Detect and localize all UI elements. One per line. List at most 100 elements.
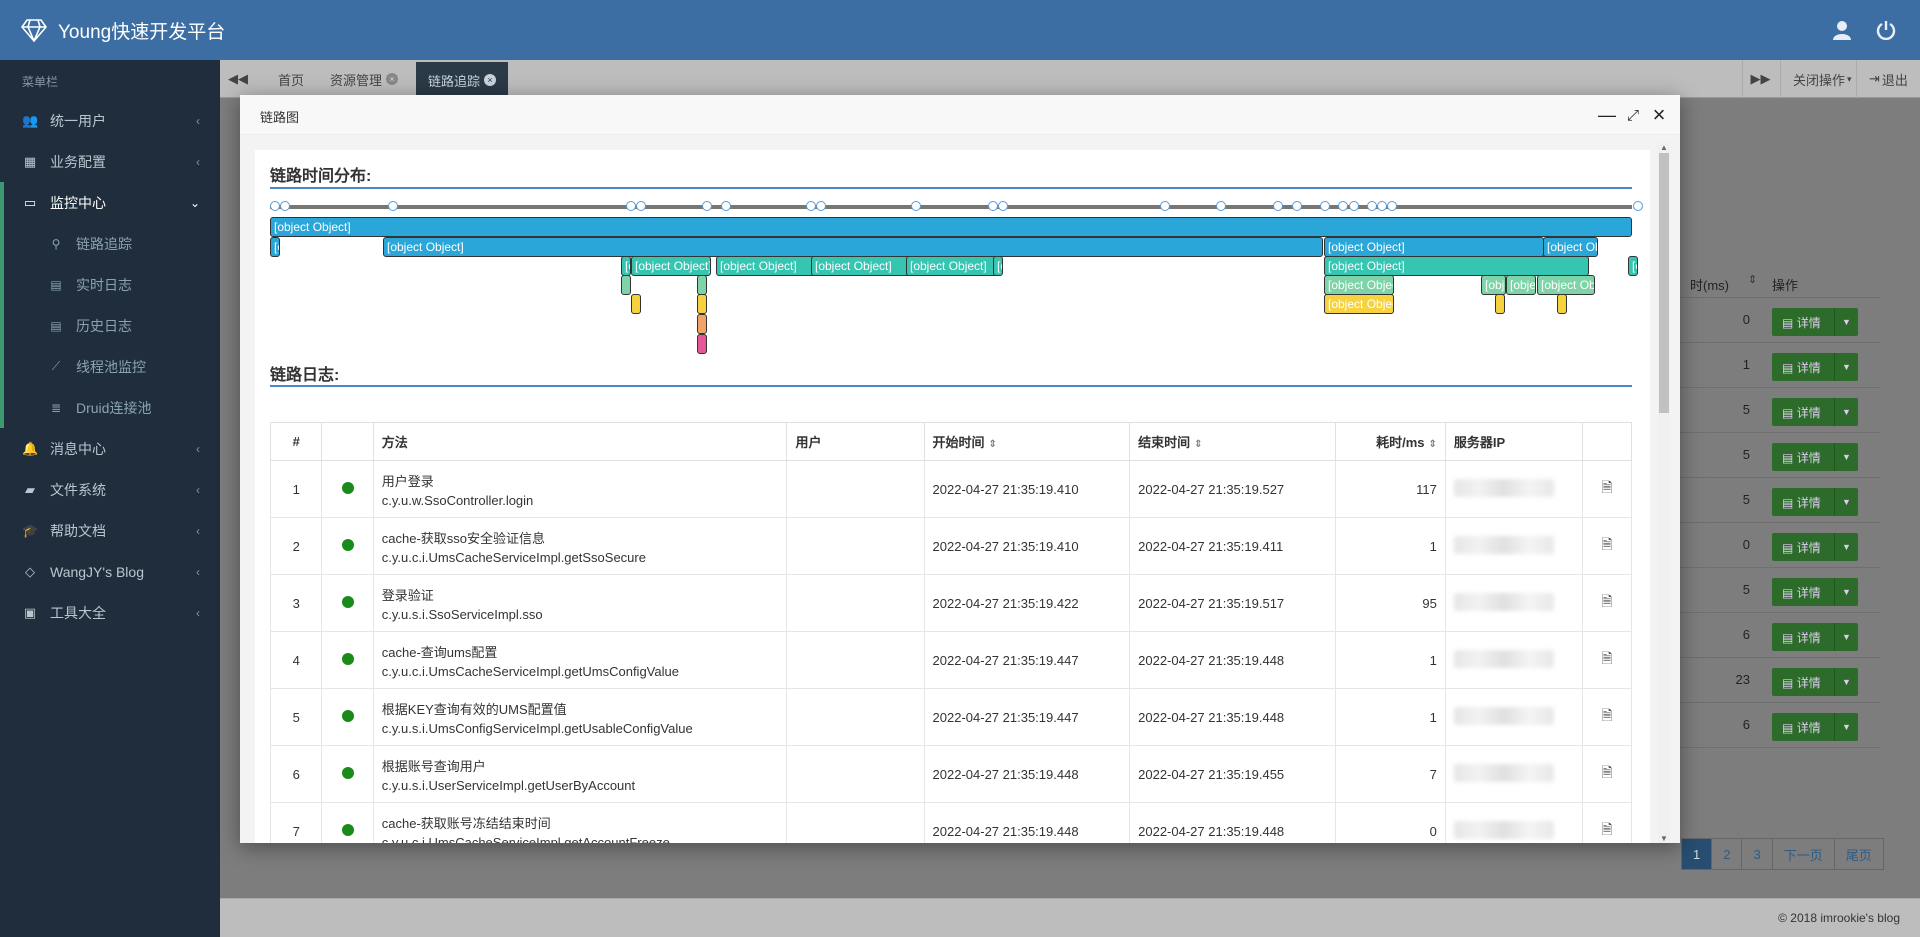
trace-span[interactable]: [object Object] bbox=[383, 237, 1323, 257]
col-end[interactable]: 结束时间 ⇕ bbox=[1129, 422, 1336, 461]
trace-span[interactable]: [object Object] bbox=[1537, 275, 1595, 295]
close-icon[interactable]: × bbox=[1647, 102, 1671, 127]
minimize-icon[interactable]: — bbox=[1595, 103, 1619, 127]
trace-span[interactable]: [object Object] bbox=[621, 256, 631, 276]
file-text-icon[interactable]: 🗎 bbox=[1601, 593, 1612, 609]
trace-span[interactable]: [object Object] bbox=[270, 237, 280, 257]
close-ops-dropdown[interactable]: 关闭操作 ▾ bbox=[1780, 60, 1864, 98]
caret-down-icon[interactable]: ▼ bbox=[1834, 308, 1858, 336]
timeline-dot[interactable] bbox=[806, 201, 816, 211]
trace-span[interactable]: [object Object] bbox=[1481, 275, 1506, 295]
detail-button[interactable]: ▤ 详情 ▼ bbox=[1772, 488, 1858, 516]
caret-down-icon[interactable]: ▼ bbox=[1834, 353, 1858, 381]
timeline-dot[interactable] bbox=[1338, 201, 1348, 211]
page-link[interactable]: 1 bbox=[1681, 838, 1713, 870]
maximize-icon[interactable]: ⤢ bbox=[1621, 103, 1645, 127]
timeline-dot[interactable] bbox=[636, 201, 646, 211]
sidebar-sub-threadpool[interactable]: ⟋ 线程池监控 bbox=[4, 346, 220, 387]
tab-scroll-left-icon[interactable]: ◀◀ bbox=[220, 60, 256, 98]
timeline-dot[interactable] bbox=[1377, 201, 1387, 211]
sort-icon[interactable]: ⇕ bbox=[989, 439, 997, 450]
sidebar-sub-trace[interactable]: ⚲ 链路追踪 bbox=[4, 223, 220, 264]
file-text-icon[interactable]: 🗎 bbox=[1601, 479, 1612, 495]
trace-span[interactable] bbox=[697, 275, 707, 295]
col-start[interactable]: 开始时间 ⇕ bbox=[923, 422, 1131, 461]
timeline-dot[interactable] bbox=[1216, 201, 1226, 211]
trace-span[interactable] bbox=[697, 334, 707, 354]
timeline-dot[interactable] bbox=[1387, 201, 1397, 211]
trace-span[interactable]: [object Object] bbox=[1506, 275, 1536, 295]
trace-span[interactable]: [object Object] bbox=[1324, 275, 1394, 295]
detail-button[interactable]: ▤ 详情 ▼ bbox=[1772, 533, 1858, 561]
detail-button[interactable]: ▤ 详情 ▼ bbox=[1772, 713, 1858, 741]
sidebar-sub-realtime-log[interactable]: ▤ 实时日志 bbox=[4, 264, 220, 305]
scroll-up-icon[interactable]: ▲ bbox=[1660, 143, 1668, 152]
timeline-dot[interactable] bbox=[388, 201, 398, 211]
trace-span[interactable]: [object Object] bbox=[993, 256, 1003, 276]
trace-span[interactable]: [object Object] bbox=[270, 217, 1632, 237]
logout-button[interactable]: ⇥ 退出 bbox=[1856, 60, 1920, 98]
timeline-dot[interactable] bbox=[1633, 201, 1643, 211]
sidebar-item-message[interactable]: 🔔 消息中心 ‹ bbox=[0, 428, 220, 469]
caret-down-icon[interactable]: ▼ bbox=[1834, 623, 1858, 651]
scrollbar-thumb[interactable] bbox=[1659, 153, 1669, 413]
timeline-dot[interactable] bbox=[626, 201, 636, 211]
page-link[interactable]: 2 bbox=[1711, 838, 1743, 870]
sort-icon[interactable]: ⇕ bbox=[1194, 439, 1202, 450]
trace-span[interactable] bbox=[697, 314, 707, 334]
timeline-dot[interactable] bbox=[1367, 201, 1377, 211]
caret-down-icon[interactable]: ▼ bbox=[1834, 713, 1858, 741]
trace-span[interactable]: [object Object] bbox=[906, 256, 1000, 276]
timeline-dot[interactable] bbox=[280, 201, 290, 211]
detail-button[interactable]: ▤ 详情 ▼ bbox=[1772, 308, 1858, 336]
timeline-dot[interactable] bbox=[1292, 201, 1302, 211]
power-icon[interactable] bbox=[1872, 16, 1900, 44]
brand[interactable]: Young快速开发平台 bbox=[20, 0, 225, 60]
detail-button[interactable]: ▤ 详情 ▼ bbox=[1772, 668, 1858, 696]
timeline-dot[interactable] bbox=[1273, 201, 1283, 211]
trace-span[interactable]: [object Object] bbox=[1324, 294, 1394, 314]
file-text-icon[interactable]: 🗎 bbox=[1601, 707, 1612, 723]
modal-scrollbar[interactable]: ▲ ▼ bbox=[1658, 143, 1670, 843]
close-icon[interactable]: × bbox=[484, 74, 497, 86]
sidebar-sub-druid[interactable]: ≣ Druid连接池 bbox=[4, 387, 220, 428]
timeline-dot[interactable] bbox=[988, 201, 998, 211]
tab-trace[interactable]: 链路追踪 × bbox=[416, 62, 509, 98]
file-text-icon[interactable]: 🗎 bbox=[1601, 650, 1612, 666]
detail-button[interactable]: ▤ 详情 ▼ bbox=[1772, 623, 1858, 651]
timeline-dot[interactable] bbox=[721, 201, 731, 211]
tab-scroll-right-icon[interactable]: ▶▶ bbox=[1742, 60, 1778, 98]
file-text-icon[interactable]: 🗎 bbox=[1601, 821, 1612, 837]
trace-span[interactable] bbox=[1495, 294, 1505, 314]
sidebar-sub-history-log[interactable]: ▤ 历史日志 bbox=[4, 305, 220, 346]
timeline-dot[interactable] bbox=[270, 201, 280, 211]
page-link[interactable]: 3 bbox=[1741, 838, 1773, 870]
sort-icon[interactable]: ⇕ bbox=[1429, 439, 1437, 450]
tab-resource[interactable]: 资源管理 × bbox=[318, 60, 410, 98]
timeline-dot[interactable] bbox=[816, 201, 826, 211]
sort-icon[interactable]: ⇕ bbox=[1748, 273, 1757, 286]
file-text-icon[interactable]: 🗎 bbox=[1601, 764, 1612, 780]
timeline-dot[interactable] bbox=[911, 201, 921, 211]
page-link[interactable]: 下一页 bbox=[1771, 838, 1835, 870]
user-icon[interactable] bbox=[1828, 16, 1856, 44]
sidebar-item-files[interactable]: ▰ 文件系统 ‹ bbox=[0, 469, 220, 510]
trace-span[interactable]: [object Object] bbox=[716, 256, 822, 276]
trace-span[interactable] bbox=[631, 294, 641, 314]
caret-down-icon[interactable]: ▼ bbox=[1834, 443, 1858, 471]
caret-down-icon[interactable]: ▼ bbox=[1834, 668, 1858, 696]
sidebar-item-tools[interactable]: ▣ 工具大全 ‹ bbox=[0, 592, 220, 633]
col-cost[interactable]: 耗时/ms ⇕ bbox=[1334, 422, 1446, 461]
trace-span[interactable]: [object Object] bbox=[1324, 237, 1544, 257]
caret-down-icon[interactable]: ▼ bbox=[1834, 578, 1858, 606]
scroll-down-icon[interactable]: ▼ bbox=[1660, 834, 1668, 843]
page-link[interactable]: 尾页 bbox=[1833, 838, 1884, 870]
detail-button[interactable]: ▤ 详情 ▼ bbox=[1772, 353, 1858, 381]
timeline-dot[interactable] bbox=[1320, 201, 1330, 211]
sidebar-item-monitor[interactable]: ▭ 监控中心 ⌄ bbox=[4, 182, 220, 223]
timeline-dot[interactable] bbox=[998, 201, 1008, 211]
sidebar-item-business[interactable]: ▦ 业务配置 ‹ bbox=[0, 141, 220, 182]
close-icon[interactable]: × bbox=[386, 73, 399, 85]
caret-down-icon[interactable]: ▼ bbox=[1834, 398, 1858, 426]
caret-down-icon[interactable]: ▼ bbox=[1834, 488, 1858, 516]
